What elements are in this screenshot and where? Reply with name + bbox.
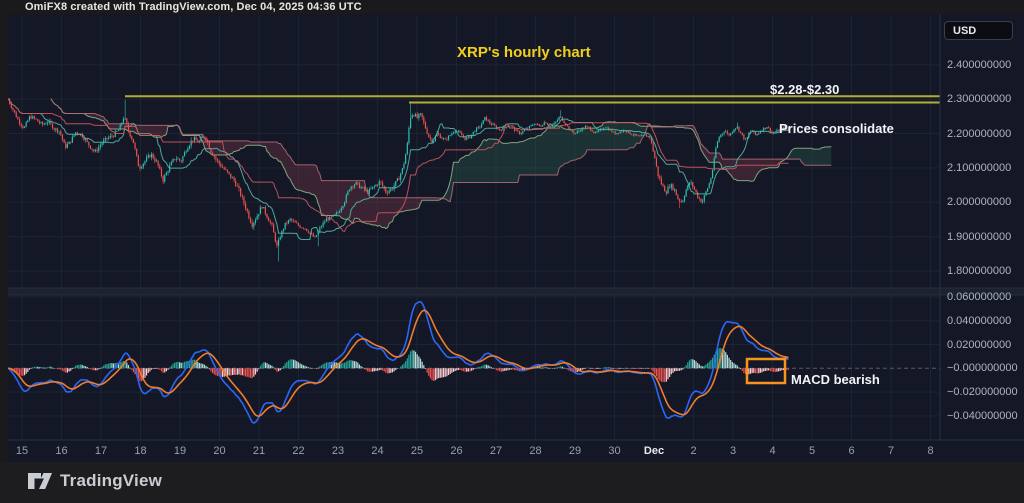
price-axis-label: 1.800000000 xyxy=(947,265,1011,277)
macd-axis-label: −0.020000000 xyxy=(947,386,1018,398)
time-axis-label: 27 xyxy=(479,444,513,458)
time-axis-label: 26 xyxy=(440,444,474,458)
currency-usd-button[interactable]: USD xyxy=(944,21,1013,40)
macd-axis-label: −0.000000000 xyxy=(947,362,1018,374)
macd-axis-label: 0.020000000 xyxy=(947,339,1011,351)
consolidation-annotation[interactable]: Prices consolidate xyxy=(779,121,894,136)
tradingview-chart-screenshot: OmiFX8 created with TradingView.com, Dec… xyxy=(0,0,1024,503)
tradingview-logo-text: TradingView xyxy=(60,471,162,491)
time-axis-label: 2 xyxy=(677,444,711,458)
macd-axis-label: −0.040000000 xyxy=(947,410,1018,422)
time-axis-label: 19 xyxy=(163,444,197,458)
time-axis-label: 25 xyxy=(400,444,434,458)
time-axis-label: 20 xyxy=(203,444,237,458)
time-axis-label: 21 xyxy=(242,444,276,458)
price-axis-label: 2.100000000 xyxy=(947,162,1011,174)
time-axis-label: 23 xyxy=(321,444,355,458)
price-chart-canvas[interactable] xyxy=(0,14,1024,462)
macd-bearish-annotation[interactable]: MACD bearish xyxy=(791,372,880,387)
tradingview-logo[interactable]: TradingView xyxy=(27,471,162,491)
macd-axis-label: 0.040000000 xyxy=(947,315,1011,327)
price-axis-label: 2.200000000 xyxy=(947,128,1011,140)
time-axis-label: 4 xyxy=(756,444,790,458)
bottom-bar: TradingView xyxy=(0,462,1024,503)
time-axis-label: 22 xyxy=(282,444,316,458)
price-axis-label: 2.000000000 xyxy=(947,196,1011,208)
macd-axis-label: 0.060000000 xyxy=(947,291,1011,303)
resistance-zone-annotation[interactable]: $2.28-$2.30 xyxy=(770,82,839,97)
time-axis-label: 7 xyxy=(874,444,908,458)
time-axis-label: 28 xyxy=(519,444,553,458)
time-axis-label: 29 xyxy=(558,444,592,458)
time-axis-label: 8 xyxy=(914,444,948,458)
price-axis-label: 1.900000000 xyxy=(947,231,1011,243)
attribution-text: OmiFX8 created with TradingView.com, Dec… xyxy=(25,1,362,14)
price-axis-label: 2.300000000 xyxy=(947,93,1011,105)
time-axis-label: 3 xyxy=(716,444,750,458)
time-axis-label: 24 xyxy=(361,444,395,458)
time-axis-label: Dec xyxy=(637,444,671,458)
tradingview-logo-icon xyxy=(27,471,53,491)
chart-region: 2.400000000 2.300000000 2.200000000 2.10000… xyxy=(0,14,1024,462)
time-axis-label: 6 xyxy=(835,444,869,458)
time-axis-label: 5 xyxy=(795,444,829,458)
time-axis-label: 16 xyxy=(45,444,79,458)
time-axis-label: 17 xyxy=(84,444,118,458)
time-axis-label: 15 xyxy=(5,444,39,458)
time-axis-label: 18 xyxy=(124,444,158,458)
time-axis-label: 30 xyxy=(598,444,632,458)
price-axis-label: 2.400000000 xyxy=(947,59,1011,71)
chart-title-annotation[interactable]: XRP's hourly chart xyxy=(457,44,591,61)
